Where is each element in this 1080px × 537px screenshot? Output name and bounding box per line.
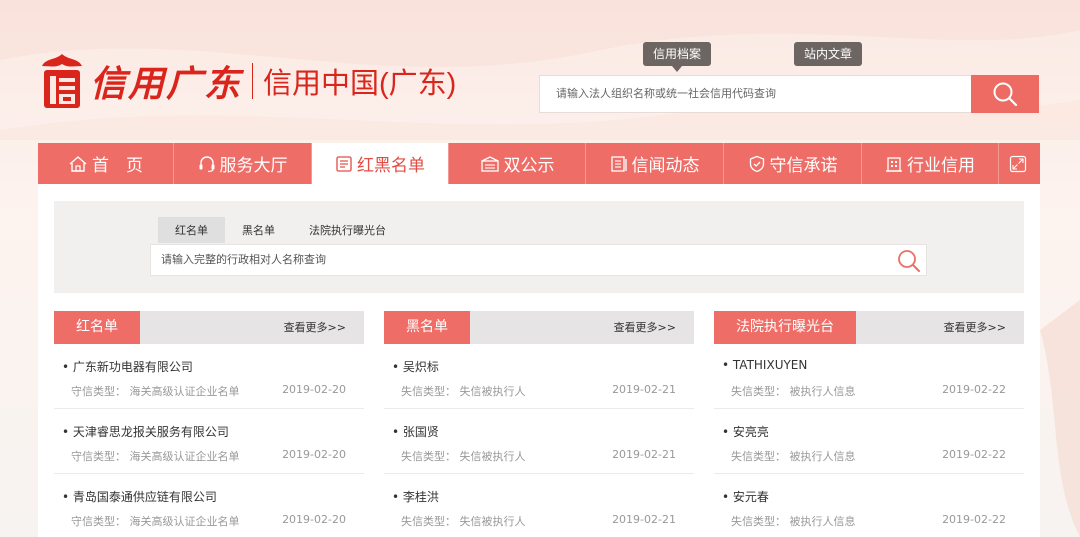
logo-script-text: 信用广东 xyxy=(90,63,243,105)
nav-item-label: 红黑名单 xyxy=(357,156,425,176)
list-search-area: 红名单 黑名单 法院执行曝光台 xyxy=(54,201,1024,293)
logo-seal-icon xyxy=(42,54,82,108)
view-more-link[interactable]: 查看更多>> xyxy=(284,311,346,344)
header-search-button[interactable] xyxy=(971,75,1039,113)
nav-item-home[interactable]: 首 页 xyxy=(38,143,174,184)
item-date: 2019-02-20 xyxy=(282,383,346,396)
nav-item-red-black-list[interactable]: 红黑名单 xyxy=(312,143,449,184)
item-name[interactable]: TATHIXUYEN xyxy=(722,358,807,372)
list-search-input[interactable] xyxy=(151,245,851,275)
list-item[interactable]: 安亮亮 失信类型： 被执行人信息 2019-02-22 xyxy=(714,409,1024,474)
list-item[interactable]: 张国贤 失信类型： 失信被执行人 2019-02-21 xyxy=(384,409,694,474)
site-header: 信用广东 信用中国(广东) 信用档案 站内文章 xyxy=(0,0,1080,143)
search-tab-site-articles[interactable]: 站内文章 xyxy=(794,42,863,66)
nav-item-label: 服务大厅 xyxy=(219,156,288,176)
home-icon xyxy=(69,155,87,172)
header-search-input[interactable] xyxy=(540,76,960,112)
item-type: 失信类型： 失信被执行人 xyxy=(401,450,526,463)
nav-expand-button[interactable] xyxy=(999,143,1040,184)
list-icon xyxy=(336,155,352,172)
list-item[interactable]: 吴炽标 失信类型： 失信被执行人 2019-02-21 xyxy=(384,344,694,409)
tab-black-list[interactable]: 黑名单 xyxy=(225,217,292,243)
column-title[interactable]: 黑名单 xyxy=(384,311,470,344)
news-icon xyxy=(610,155,627,172)
search-icon xyxy=(993,82,1018,107)
item-type: 守信类型： 海关高级认证企业名单 xyxy=(71,515,240,528)
list-item[interactable]: TATHIXUYEN 失信类型： 被执行人信息 2019-02-22 xyxy=(714,344,1024,409)
list-item[interactable]: 广东新功电器有限公司 守信类型： 海关高级认证企业名单 2019-02-20 xyxy=(54,344,364,409)
main-nav: 首 页 服务大厅 红黑名单 双公示 信闻动态 守信承诺 行业信用 xyxy=(38,143,1040,184)
item-date: 2019-02-22 xyxy=(942,383,1006,396)
list-item[interactable]: 安元春 失信类型： 被执行人信息 2019-02-22 xyxy=(714,474,1024,537)
item-date: 2019-02-20 xyxy=(282,448,346,461)
black-list-column: 黑名单 查看更多>> 吴炽标 失信类型： 失信被执行人 2019-02-21 张… xyxy=(384,311,694,537)
item-date: 2019-02-21 xyxy=(612,513,676,526)
item-type: 失信类型： 被执行人信息 xyxy=(731,450,856,463)
item-name[interactable]: 广东新功电器有限公司 xyxy=(62,358,193,375)
item-date: 2019-02-21 xyxy=(612,383,676,396)
item-date: 2019-02-21 xyxy=(612,448,676,461)
inbox-icon xyxy=(480,155,499,172)
item-date: 2019-02-22 xyxy=(942,448,1006,461)
list-type-tabs: 红名单 黑名单 法院执行曝光台 xyxy=(158,217,403,243)
column-title[interactable]: 红名单 xyxy=(54,311,140,344)
expand-icon xyxy=(1009,155,1026,172)
item-name[interactable]: 天津睿思龙报关服务有限公司 xyxy=(62,423,229,440)
item-type: 失信类型： 被执行人信息 xyxy=(731,515,856,528)
nav-item-label: 信闻动态 xyxy=(631,156,700,176)
red-black-list-panel: 红名单 黑名单 法院执行曝光台 红名单 查看更多>> 广东新功电器有限公司 守信… xyxy=(38,184,1040,537)
list-item[interactable]: 青岛国泰通供应链有限公司 守信类型： 海关高级认证企业名单 2019-02-20 xyxy=(54,474,364,537)
item-date: 2019-02-22 xyxy=(942,513,1006,526)
logo-subtitle: 信用中国(广东) xyxy=(263,68,457,100)
shield-icon xyxy=(749,155,764,172)
list-search-box xyxy=(150,244,927,276)
nav-item-label: 守信承诺 xyxy=(769,156,838,176)
header-search xyxy=(539,75,1039,113)
item-name[interactable]: 安亮亮 xyxy=(722,423,769,440)
nav-item-label: 行业信用 xyxy=(907,156,975,176)
view-more-link[interactable]: 查看更多>> xyxy=(614,311,676,344)
item-name[interactable]: 安元春 xyxy=(722,488,769,505)
search-icon[interactable] xyxy=(896,248,922,274)
item-type: 守信类型： 海关高级认证企业名单 xyxy=(71,385,240,398)
nav-item-credit-commitment[interactable]: 守信承诺 xyxy=(724,143,862,184)
list-item[interactable]: 天津睿思龙报关服务有限公司 守信类型： 海关高级认证企业名单 2019-02-2… xyxy=(54,409,364,474)
logo-divider xyxy=(252,63,254,99)
nav-item-label: 首 页 xyxy=(92,156,143,176)
item-type: 失信类型： 失信被执行人 xyxy=(401,385,526,398)
tab-red-list[interactable]: 红名单 xyxy=(158,217,225,243)
item-name[interactable]: 青岛国泰通供应链有限公司 xyxy=(62,488,217,505)
nav-item-dual-publicity[interactable]: 双公示 xyxy=(449,143,586,184)
list-item[interactable]: 李桂洪 失信类型： 失信被执行人 2019-02-21 xyxy=(384,474,694,537)
site-logo[interactable]: 信用广东 信用中国(广东) xyxy=(38,52,456,110)
item-name[interactable]: 吴炽标 xyxy=(392,358,439,375)
column-title[interactable]: 法院执行曝光台 xyxy=(714,311,856,344)
item-name[interactable]: 张国贤 xyxy=(392,423,439,440)
column-header: 法院执行曝光台 查看更多>> xyxy=(714,311,1024,344)
tab-court-exposure[interactable]: 法院执行曝光台 xyxy=(292,217,403,243)
building-icon xyxy=(886,156,902,172)
item-type: 失信类型： 被执行人信息 xyxy=(731,385,856,398)
headset-icon xyxy=(199,155,214,172)
nav-item-credit-news[interactable]: 信闻动态 xyxy=(586,143,724,184)
view-more-link[interactable]: 查看更多>> xyxy=(944,311,1006,344)
nav-item-service-hall[interactable]: 服务大厅 xyxy=(174,143,312,184)
item-name[interactable]: 李桂洪 xyxy=(392,488,439,505)
column-header: 红名单 查看更多>> xyxy=(54,311,364,344)
red-list-column: 红名单 查看更多>> 广东新功电器有限公司 守信类型： 海关高级认证企业名单 2… xyxy=(54,311,364,537)
court-exposure-column: 法院执行曝光台 查看更多>> TATHIXUYEN 失信类型： 被执行人信息 2… xyxy=(714,311,1024,537)
search-type-tabs: 信用档案 站内文章 xyxy=(643,42,873,72)
search-tab-credit-file[interactable]: 信用档案 xyxy=(643,42,712,72)
nav-item-label: 双公示 xyxy=(503,156,555,176)
column-header: 黑名单 查看更多>> xyxy=(384,311,694,344)
item-type: 守信类型： 海关高级认证企业名单 xyxy=(71,450,240,463)
item-type: 失信类型： 失信被执行人 xyxy=(401,515,526,528)
item-date: 2019-02-20 xyxy=(282,513,346,526)
nav-item-industry-credit[interactable]: 行业信用 xyxy=(862,143,999,184)
